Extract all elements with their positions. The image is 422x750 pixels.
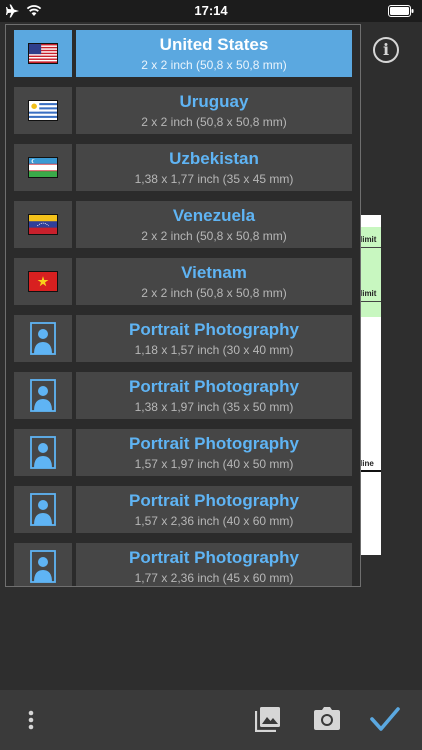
vietnam-flag-icon xyxy=(28,271,58,292)
list-item-united-states[interactable]: United States 2 x 2 inch (50,8 x 50,8 mm… xyxy=(14,30,352,77)
item-size: 1,38 x 1,97 inch (35 x 50 mm) xyxy=(134,400,294,414)
portrait-icon xyxy=(30,322,56,355)
us-flag-icon xyxy=(28,43,58,64)
item-title: Vietnam xyxy=(181,263,247,282)
portrait-icon xyxy=(30,379,56,412)
item-title: Uruguay xyxy=(179,92,249,111)
list-item-portrait-45x60[interactable]: Portrait Photography 1,77 x 2,36 inch (4… xyxy=(14,543,352,586)
limit-label: limit xyxy=(360,235,377,244)
limit-line xyxy=(358,301,381,302)
portrait-icon xyxy=(30,550,56,583)
item-size: 2 x 2 inch (50,8 x 50,8 mm) xyxy=(141,115,287,129)
list-item-vietnam[interactable]: Vietnam 2 x 2 inch (50,8 x 50,8 mm) xyxy=(14,258,352,305)
portrait-icon xyxy=(30,436,56,469)
country-format-dropdown[interactable]: United States 2 x 2 inch (50,8 x 50,8 mm… xyxy=(5,24,361,587)
item-size: 1,77 x 2,36 inch (45 x 60 mm) xyxy=(134,571,294,585)
status-time: 17:14 xyxy=(194,3,228,18)
info-button[interactable]: i xyxy=(373,37,399,63)
photo-gallery-icon[interactable] xyxy=(255,706,281,732)
list-item-uzbekistan[interactable]: Uzbekistan 1,38 x 1,77 inch (35 x 45 mm) xyxy=(14,144,352,191)
portrait-icon xyxy=(30,493,56,526)
limit-label: limit xyxy=(360,289,377,298)
list-item-portrait-30x40[interactable]: Portrait Photography 1,18 x 1,57 inch (3… xyxy=(14,315,352,362)
uruguay-flag-icon xyxy=(28,100,58,121)
camera-icon[interactable] xyxy=(313,706,341,732)
limit-line xyxy=(358,247,381,248)
photo-canvas: limit limit line xyxy=(358,215,381,555)
item-size: 2 x 2 inch (50,8 x 50,8 mm) xyxy=(141,58,287,72)
item-size: 1,38 x 1,77 inch (35 x 45 mm) xyxy=(134,172,294,186)
item-size: 2 x 2 inch (50,8 x 50,8 mm) xyxy=(141,286,287,300)
list-item-uruguay[interactable]: Uruguay 2 x 2 inch (50,8 x 50,8 mm) xyxy=(14,87,352,134)
item-title: Portrait Photography xyxy=(128,377,299,396)
item-title: Uzbekistan xyxy=(169,149,259,168)
more-vertical-icon[interactable] xyxy=(22,710,40,730)
item-title: Portrait Photography xyxy=(128,548,299,567)
item-title: Portrait Photography xyxy=(128,491,299,510)
venezuela-flag-icon xyxy=(28,214,58,235)
battery-icon xyxy=(388,5,414,17)
item-title: Portrait Photography xyxy=(128,434,299,453)
bottom-toolbar xyxy=(0,690,422,750)
item-size: 2 x 2 inch (50,8 x 50,8 mm) xyxy=(141,229,287,243)
checkmark-icon[interactable] xyxy=(369,705,401,733)
list-item-portrait-40x60[interactable]: Portrait Photography 1,57 x 2,36 inch (4… xyxy=(14,486,352,533)
guide-line xyxy=(358,470,381,472)
item-size: 1,57 x 2,36 inch (40 x 60 mm) xyxy=(134,514,294,528)
item-size: 1,57 x 1,97 inch (40 x 50 mm) xyxy=(134,457,294,471)
line-label: line xyxy=(360,459,374,468)
item-title: United States xyxy=(159,35,269,54)
uzbekistan-flag-icon xyxy=(28,157,58,178)
item-title: Portrait Photography xyxy=(128,320,299,339)
status-bar: 17:14 xyxy=(0,0,422,22)
list-item-venezuela[interactable]: Venezuela 2 x 2 inch (50,8 x 50,8 mm) xyxy=(14,201,352,248)
item-title: Venezuela xyxy=(172,206,256,225)
list-item-portrait-35x50[interactable]: Portrait Photography 1,38 x 1,97 inch (3… xyxy=(14,372,352,419)
item-size: 1,18 x 1,57 inch (30 x 40 mm) xyxy=(134,343,294,357)
list-item-portrait-40x50[interactable]: Portrait Photography 1,57 x 1,97 inch (4… xyxy=(14,429,352,476)
